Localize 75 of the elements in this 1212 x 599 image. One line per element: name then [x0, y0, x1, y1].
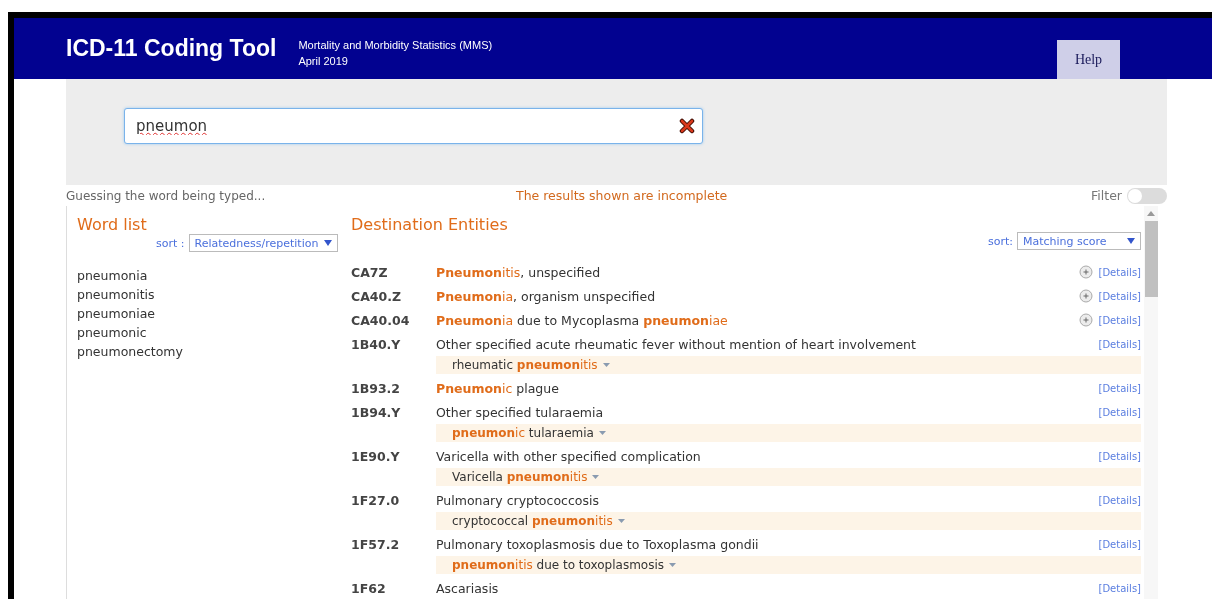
- details-link[interactable]: [Details]: [1098, 266, 1141, 278]
- plus-icon: [1078, 289, 1093, 303]
- synonym-row[interactable]: cryptococcal pneumonitis: [436, 512, 1141, 530]
- synonym-text: pneumonitis due to toxoplasmosis: [452, 558, 664, 572]
- synonym-row[interactable]: rheumatic pneumonitis: [436, 356, 1141, 374]
- caret-icon: [669, 563, 676, 567]
- caret-icon: [592, 475, 600, 479]
- clear-button[interactable]: [679, 118, 695, 134]
- search-field[interactable]: pneumon: [124, 108, 703, 144]
- sort-label: sort:: [988, 234, 1013, 248]
- up-arrow-icon: [1147, 211, 1155, 216]
- plus-icon: [1078, 265, 1093, 279]
- section-heading: Word list: [77, 215, 148, 234]
- synonym-text: rheumatic pneumonitis: [452, 358, 598, 372]
- word-list-item[interactable]: pneumonic: [77, 323, 341, 342]
- details-link[interactable]: [Details]: [1098, 538, 1141, 550]
- synonym-text: Varicella pneumonitis: [452, 470, 588, 484]
- details-link[interactable]: [Details]: [1098, 382, 1141, 394]
- entity-title[interactable]: Ascariasis: [436, 580, 499, 596]
- sort-dropdown[interactable]: Matching score: [1017, 232, 1141, 250]
- caret-icon: [1127, 238, 1135, 244]
- details-link[interactable]: [Details]: [1098, 290, 1141, 302]
- warning-text: The results shown are incomplete: [516, 188, 728, 203]
- synonym-row[interactable]: Varicella pneumonitis: [436, 468, 1141, 486]
- scrollbar[interactable]: [1144, 206, 1158, 599]
- filter-label: Filter: [1091, 188, 1122, 203]
- sort-dropdown[interactable]: Relatedness/repetition: [188, 234, 339, 252]
- subtitle-text: Mortality and Morbidity Statistics (MMS): [298, 38, 493, 53]
- entity-code: CA40.Z: [351, 288, 403, 304]
- word-list-item[interactable]: pneumonia: [77, 266, 341, 285]
- entity-title[interactable]: Pneumonitis, unspecified: [436, 264, 601, 280]
- synonym-text: cryptococcal pneumonitis: [452, 514, 613, 528]
- entity-title[interactable]: Varicella with other specified complication: [436, 448, 701, 464]
- caret-icon: [324, 240, 333, 246]
- entity-code: CA40.04: [351, 312, 411, 328]
- entity-code: 1B93.2: [351, 380, 402, 396]
- details-link[interactable]: [Details]: [1098, 314, 1141, 326]
- app-title: ICD-11 Coding Tool: [66, 35, 277, 62]
- entity-code: 1B94.Y: [351, 404, 402, 420]
- details-link[interactable]: [Details]: [1098, 582, 1141, 594]
- details-link[interactable]: [Details]: [1098, 406, 1141, 418]
- close-icon: [679, 118, 695, 134]
- synonym-row[interactable]: pneumonitis due to toxoplasmosis: [436, 556, 1141, 574]
- entity-code: 1E90.Y: [351, 448, 401, 464]
- entity-code: CA7Z: [351, 264, 389, 280]
- caret-icon: [602, 363, 610, 367]
- caret-icon: [598, 431, 606, 435]
- scrollbar-thumb[interactable]: [1144, 221, 1158, 297]
- plus-icon: [1078, 313, 1093, 327]
- entity-code: 1F57.2: [351, 536, 401, 552]
- entity-title[interactable]: Other specified tularaemia: [436, 404, 604, 420]
- entity-title[interactable]: Pneumonia due to Mycoplasma pneumoniae: [436, 312, 728, 328]
- entity-code: 1B40.Y: [351, 336, 402, 352]
- entity-title[interactable]: Pneumonia, organism unspecified: [436, 288, 656, 304]
- caret-icon: [617, 519, 625, 523]
- word-list-item[interactable]: pneumonectomy: [77, 342, 341, 361]
- word-list-item[interactable]: pneumonitis: [77, 285, 341, 304]
- sort-label: sort :: [156, 236, 185, 250]
- status-text: Guessing the word being typed...: [66, 188, 267, 203]
- entity-title[interactable]: Pulmonary toxoplasmosis due to Toxoplasma gondii: [436, 536, 759, 552]
- details-link[interactable]: [Details]: [1098, 494, 1141, 506]
- filter-toggle[interactable]: [1127, 187, 1167, 204]
- entity-code: 1F62: [351, 580, 387, 596]
- section-heading: Destination Entities: [351, 215, 509, 234]
- word-list-item[interactable]: pneumoniae: [77, 304, 341, 323]
- entity-title[interactable]: Pulmonary cryptococcosis: [436, 492, 599, 508]
- synonym-text: pneumonic tularaemia: [452, 426, 594, 440]
- details-link[interactable]: [Details]: [1098, 338, 1141, 350]
- help-button[interactable]: Help: [1057, 40, 1120, 79]
- subtitle-text: April 2019: [298, 54, 349, 69]
- synonym-row[interactable]: pneumonic tularaemia: [436, 424, 1141, 442]
- entity-code: 1F27.0: [351, 492, 401, 508]
- details-link[interactable]: [Details]: [1098, 450, 1141, 462]
- entity-title[interactable]: Pneumonic plague: [436, 380, 559, 396]
- entity-title[interactable]: Other specified acute rheumatic fever without mention of heart involvement: [436, 336, 916, 352]
